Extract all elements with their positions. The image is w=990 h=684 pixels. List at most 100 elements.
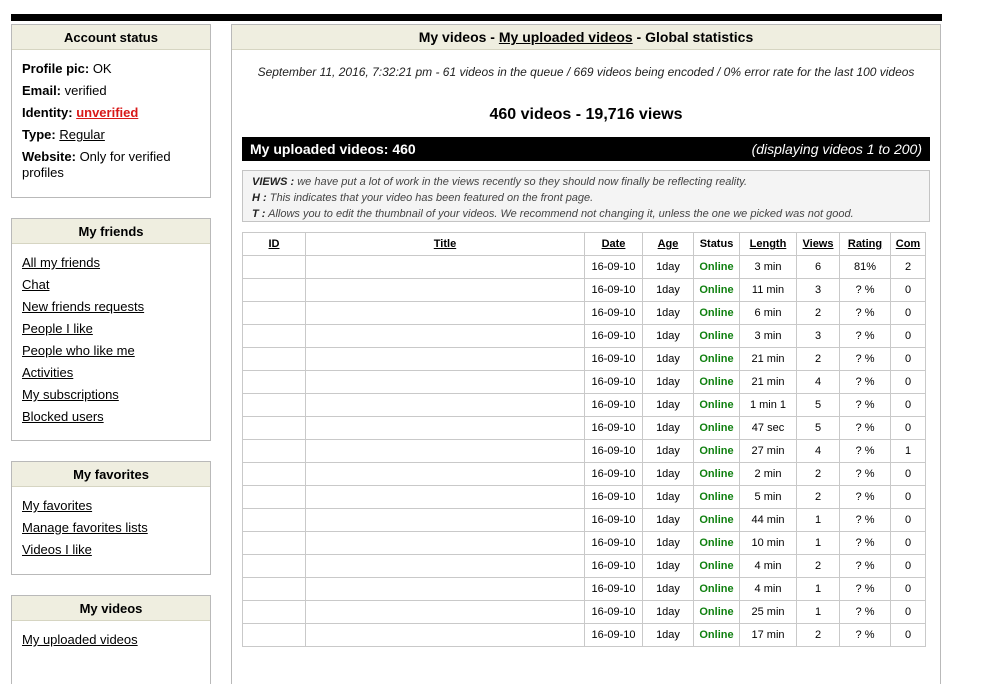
friends-link-5[interactable]: Activities — [22, 365, 73, 380]
column-header-date[interactable]: Date — [584, 232, 643, 256]
cell-title — [305, 370, 585, 394]
favorites-item: Manage favorites lists — [22, 517, 200, 539]
my-videos-list: My uploaded videos — [12, 621, 210, 659]
table-row[interactable]: 16-09-10 1day Online 21 min 4? % 0 — [242, 370, 926, 394]
friends-link-3[interactable]: People I like — [22, 321, 93, 336]
cell-date: 16-09-10 — [584, 485, 643, 509]
cell-date: 16-09-10 — [584, 554, 643, 578]
email-row: Email: verified — [22, 83, 107, 98]
cell-views: 2 — [796, 485, 840, 509]
cell-rating: ? % — [839, 416, 891, 440]
friends-link-7[interactable]: Blocked users — [22, 409, 104, 424]
table-row[interactable]: 16-09-10 1day Online 1 min 1 5? % 0 — [242, 393, 926, 417]
cell-length: 3 min — [739, 255, 797, 279]
column-header-id[interactable]: ID — [242, 232, 306, 256]
cell-rating: ? % — [839, 600, 891, 624]
column-header-com[interactable]: Com — [890, 232, 926, 256]
cell-date: 16-09-10 — [584, 255, 643, 279]
cell-rating: ? % — [839, 577, 891, 601]
table-row[interactable]: 16-09-10 1day Online 4 min 1? % 0 — [242, 577, 926, 601]
cell-rating: 81% — [839, 255, 891, 279]
favorites-item: My favorites — [22, 495, 200, 517]
table-row[interactable]: 16-09-10 1day Online 3 min 6 81% 2 — [242, 255, 926, 279]
table-row[interactable]: 16-09-10 1day Online 47 sec 5? % 0 — [242, 416, 926, 440]
table-row[interactable]: 16-09-10 1day Online 11 min 3? % 0 — [242, 278, 926, 302]
cell-length: 6 min — [739, 301, 797, 325]
type-regular-link[interactable]: Regular — [59, 127, 105, 142]
website-row: Website: Only for verified profiles — [22, 149, 171, 180]
my-videos-link-0[interactable]: My uploaded videos — [22, 632, 138, 647]
table-header-row: ID Title Date Age Status Length Views Rating Com — [242, 232, 926, 256]
table-row[interactable]: 16-09-10 1day Online 6 min 2? % 0 — [242, 301, 926, 325]
table-row[interactable]: 16-09-10 1day Online 25 min 1? % 0 — [242, 600, 926, 624]
cell-id — [242, 393, 306, 417]
note-line: H : This indicates that your video has b… — [252, 192, 594, 204]
friends-link-0[interactable]: All my friends — [22, 255, 100, 270]
cell-rating: ? % — [839, 554, 891, 578]
cell-length: 1 min 1 — [739, 393, 797, 417]
friends-link-6[interactable]: My subscriptions — [22, 387, 119, 402]
cell-com: 0 — [890, 577, 926, 601]
uploaded-videos-bar: My uploaded videos: 460 (displaying vide… — [242, 137, 930, 161]
column-header-age[interactable]: Age — [642, 232, 694, 256]
cell-title — [305, 485, 585, 509]
cell-date: 16-09-10 — [584, 462, 643, 486]
cell-rating: ? % — [839, 347, 891, 371]
cell-views: 6 — [796, 255, 840, 279]
cell-status: Online — [693, 600, 740, 624]
cell-com: 2 — [890, 255, 926, 279]
cell-date: 16-09-10 — [584, 439, 643, 463]
table-row[interactable]: 16-09-10 1day Online 10 min 1? % 0 — [242, 531, 926, 555]
table-row[interactable]: 16-09-10 1day Online 5 min 2? % 0 — [242, 485, 926, 509]
cell-status: Online — [693, 324, 740, 348]
cell-title — [305, 347, 585, 371]
friends-item: Activities — [22, 362, 200, 384]
cell-id — [242, 255, 306, 279]
identity-unverified-link[interactable]: unverified — [76, 105, 138, 120]
friends-link-4[interactable]: People who like me — [22, 343, 135, 358]
cell-rating: ? % — [839, 393, 891, 417]
cell-title — [305, 462, 585, 486]
friends-link-1[interactable]: Chat — [22, 277, 49, 292]
cell-com: 1 — [890, 439, 926, 463]
table-row[interactable]: 16-09-10 1day Online 3 min 3? % 0 — [242, 324, 926, 348]
cell-date: 16-09-10 — [584, 577, 643, 601]
uploaded-videos-count: My uploaded videos: 460 — [250, 141, 416, 157]
column-header-length[interactable]: Length — [739, 232, 797, 256]
cell-rating: ? % — [839, 370, 891, 394]
favorites-link-1[interactable]: Manage favorites lists — [22, 520, 148, 535]
cell-views: 1 — [796, 600, 840, 624]
table-row[interactable]: 16-09-10 1day Online 2 min 2? % 0 — [242, 462, 926, 486]
favorites-link-2[interactable]: Videos I like — [22, 542, 92, 557]
column-header-views[interactable]: Views — [796, 232, 840, 256]
cell-status: Online — [693, 439, 740, 463]
cell-com: 0 — [890, 531, 926, 555]
cell-id — [242, 439, 306, 463]
cell-id — [242, 554, 306, 578]
cell-title — [305, 393, 585, 417]
table-row[interactable]: 16-09-10 1day Online 4 min 2? % 0 — [242, 554, 926, 578]
cell-title — [305, 531, 585, 555]
table-row[interactable]: 16-09-10 1day Online 21 min 2? % 0 — [242, 347, 926, 371]
cell-length: 5 min — [739, 485, 797, 509]
cell-status: Online — [693, 623, 740, 647]
friends-link-2[interactable]: New friends requests — [22, 299, 144, 314]
friends-item: Blocked users — [22, 406, 200, 428]
cell-length: 11 min — [739, 278, 797, 302]
column-header-title[interactable]: Title — [305, 232, 585, 256]
table-row[interactable]: 16-09-10 1day Online 17 min 2? % 0 — [242, 623, 926, 647]
column-header-rating[interactable]: Rating — [839, 232, 891, 256]
cell-status: Online — [693, 393, 740, 417]
my-uploaded-videos-link[interactable]: My uploaded videos — [499, 29, 633, 45]
table-row[interactable]: 16-09-10 1day Online 44 min 1? % 0 — [242, 508, 926, 532]
cell-com: 0 — [890, 324, 926, 348]
cell-status: Online — [693, 416, 740, 440]
favorites-item: Videos I like — [22, 539, 200, 561]
table-row[interactable]: 16-09-10 1day Online 27 min 4? % 1 — [242, 439, 926, 463]
cell-com: 0 — [890, 485, 926, 509]
global-stats-text: September 11, 2016, 7:32:21 pm - 61 vide… — [257, 65, 915, 79]
cell-com: 0 — [890, 554, 926, 578]
favorites-link-0[interactable]: My favorites — [22, 498, 92, 513]
cell-id — [242, 301, 306, 325]
cell-rating: ? % — [839, 531, 891, 555]
